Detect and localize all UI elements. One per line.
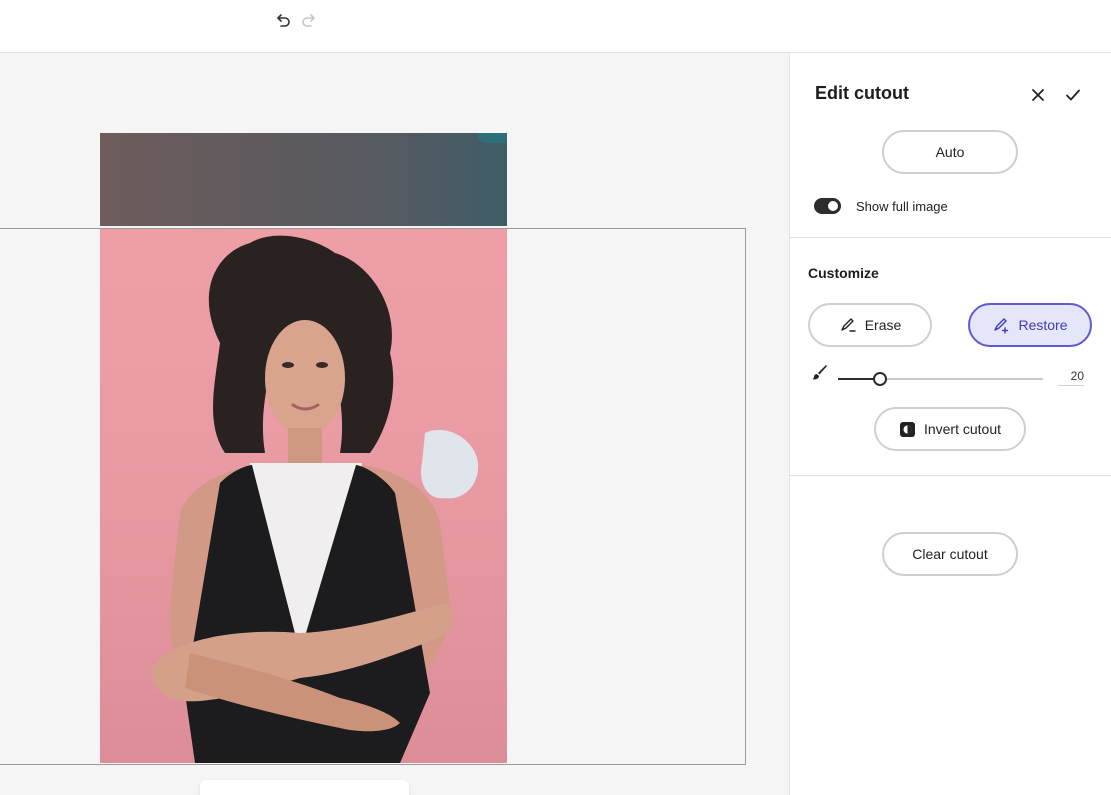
close-button[interactable] xyxy=(1026,83,1050,107)
show-full-image-label: Show full image xyxy=(856,199,948,214)
canvas-area[interactable] xyxy=(0,53,789,795)
restore-button-label: Restore xyxy=(1018,317,1068,333)
undo-icon xyxy=(277,14,290,27)
close-icon xyxy=(1032,89,1044,101)
show-full-image-toggle[interactable] xyxy=(814,198,841,214)
woman-portrait xyxy=(151,235,479,763)
brush-size-value[interactable]: 20 xyxy=(1058,369,1084,386)
customize-title: Customize xyxy=(808,265,879,281)
undo-button[interactable] xyxy=(272,9,294,31)
clear-cutout-button[interactable]: Clear cutout xyxy=(882,532,1018,576)
invert-cutout-label: Invert cutout xyxy=(923,421,1002,437)
erase-button-label: Erase xyxy=(864,317,902,333)
redo-button[interactable] xyxy=(298,9,320,31)
zoom-controls-bar[interactable] xyxy=(200,780,409,795)
edit-cutout-panel: Edit cutout Auto Show full image Customi… xyxy=(789,53,1111,795)
checkmark-icon xyxy=(1066,89,1080,101)
auto-button-label: Auto xyxy=(935,144,965,160)
brush-size-slider[interactable] xyxy=(838,371,1043,391)
cutout-image[interactable] xyxy=(100,133,507,763)
invert-icon xyxy=(899,421,915,437)
section-divider xyxy=(790,475,1111,476)
clear-cutout-label: Clear cutout xyxy=(912,546,988,562)
restore-brush-icon xyxy=(994,318,1009,334)
erase-brush-icon xyxy=(841,318,856,332)
confirm-button[interactable] xyxy=(1061,83,1085,107)
invert-cutout-button[interactable]: Invert cutout xyxy=(874,407,1026,451)
top-toolbar xyxy=(0,0,1111,53)
restore-button[interactable]: Restore xyxy=(968,303,1092,347)
auto-button[interactable]: Auto xyxy=(882,130,1018,174)
panel-title: Edit cutout xyxy=(815,83,909,103)
section-divider xyxy=(790,237,1111,238)
brush-size-icon xyxy=(812,365,827,380)
erase-button[interactable]: Erase xyxy=(808,303,932,347)
slider-thumb[interactable] xyxy=(873,372,887,386)
redo-icon xyxy=(302,14,315,27)
